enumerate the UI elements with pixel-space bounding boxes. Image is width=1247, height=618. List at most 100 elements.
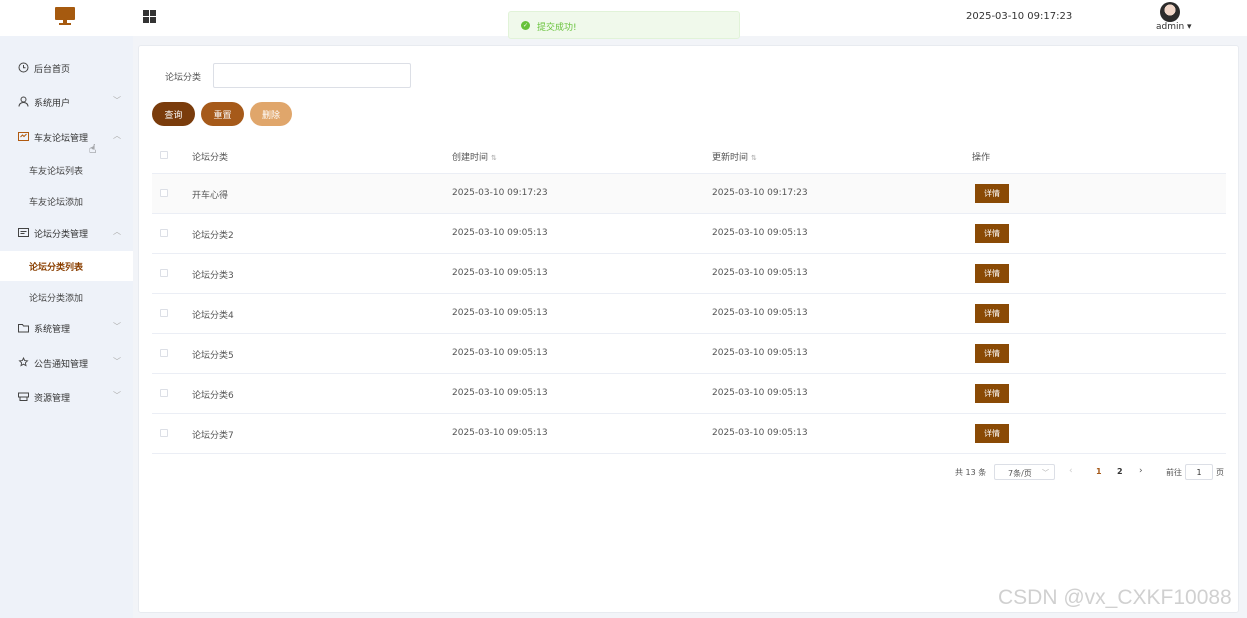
row-checkbox[interactable]	[160, 429, 168, 437]
column-header-created[interactable]: 创建时间 ⇅	[452, 150, 497, 163]
chevron-down-icon: ﹀	[113, 357, 121, 366]
row-checkbox[interactable]	[160, 309, 168, 317]
query-button[interactable]: 查询	[152, 102, 195, 126]
column-header-actions: 操作	[972, 153, 991, 163]
notice-icon	[18, 357, 29, 367]
cell-category: 论坛分类6	[192, 391, 234, 401]
sidebar-item-label: 车友论坛管理	[34, 134, 89, 144]
folder-icon	[18, 324, 29, 333]
row-checkbox[interactable]	[160, 189, 168, 197]
category-icon	[18, 228, 29, 237]
cell-created: 2025-03-10 09:05:13	[452, 228, 548, 238]
clock-icon	[18, 62, 29, 73]
category-filter-label: 论坛分类	[165, 73, 202, 83]
sidebar-item-label: 论坛分类管理	[34, 230, 89, 240]
page-number-1[interactable]: 1	[1096, 467, 1102, 476]
table-row: 论坛分类4 2025-03-10 09:05:13 2025-03-10 09:05…	[152, 294, 1226, 334]
main-content-card: 论坛分类 查询 重置 删除 论坛分类 创建时间 ⇅ 更新时间 ⇅ 操作 开车心得 20…	[138, 45, 1239, 613]
select-all-checkbox[interactable]	[160, 151, 168, 159]
cell-category: 论坛分类4	[192, 311, 234, 321]
cell-category: 论坛分类7	[192, 431, 234, 441]
row-checkbox[interactable]	[160, 229, 168, 237]
user-icon	[18, 96, 29, 107]
monitor-logo-icon	[55, 7, 75, 25]
sidebar-item-forum-management[interactable]: 车友论坛管理 ︿	[0, 122, 133, 152]
detail-button[interactable]: 详情	[975, 344, 1009, 363]
user-avatar[interactable]	[1160, 2, 1180, 22]
goto-page-input[interactable]	[1185, 464, 1213, 480]
cell-created: 2025-03-10 09:05:13	[452, 308, 548, 318]
row-checkbox[interactable]	[160, 349, 168, 357]
sidebar-item-resource-management[interactable]: 资源管理 ﹀	[0, 382, 133, 412]
category-filter-input[interactable]	[213, 63, 411, 88]
chevron-down-icon: ﹀	[1042, 469, 1049, 477]
detail-button[interactable]: 详情	[975, 224, 1009, 243]
page-number-2[interactable]: 2	[1117, 467, 1123, 476]
sidebar-item-users[interactable]: 系统用户 ﹀	[0, 87, 133, 117]
reset-button[interactable]: 重置	[201, 102, 244, 126]
cell-updated: 2025-03-10 09:05:13	[712, 308, 808, 318]
sidebar-item-dashboard[interactable]: 后台首页	[0, 53, 133, 83]
sidebar-subitem-label: 论坛分类列表	[29, 263, 84, 273]
table-row: 论坛分类7 2025-03-10 09:05:13 2025-03-10 09:05…	[152, 414, 1226, 454]
sort-icon: ⇅	[751, 154, 757, 162]
detail-button[interactable]: 详情	[975, 384, 1009, 403]
next-page-icon[interactable]: ›	[1139, 466, 1143, 476]
sidebar-subitem-category-add[interactable]: 论坛分类添加	[0, 282, 133, 312]
user-menu-dropdown[interactable]: admin ▾	[1156, 22, 1192, 32]
cell-created: 2025-03-10 09:17:23	[452, 188, 548, 198]
toast-message: 提交成功!	[537, 23, 577, 33]
column-header-category: 论坛分类	[192, 153, 229, 163]
delete-button[interactable]: 删除	[250, 102, 292, 126]
sidebar-item-category-management[interactable]: 论坛分类管理 ︿	[0, 218, 133, 248]
row-checkbox[interactable]	[160, 389, 168, 397]
table-row: 开车心得 2025-03-10 09:17:23 2025-03-10 09:17:…	[152, 174, 1226, 214]
column-header-updated[interactable]: 更新时间 ⇅	[712, 150, 757, 163]
detail-button[interactable]: 详情	[975, 264, 1009, 283]
cell-category: 开车心得	[192, 191, 229, 201]
sidebar-subitem-forum-add[interactable]: 车友论坛添加	[0, 186, 133, 216]
success-toast: ✓ 提交成功!	[508, 11, 740, 39]
chevron-down-icon: ﹀	[113, 322, 121, 331]
table-header: 论坛分类 创建时间 ⇅ 更新时间 ⇅ 操作	[152, 135, 1226, 174]
current-datetime: 2025-03-10 09:17:23	[966, 11, 1073, 22]
cell-created: 2025-03-10 09:05:13	[452, 428, 548, 438]
row-checkbox[interactable]	[160, 269, 168, 277]
table-row: 论坛分类2 2025-03-10 09:05:13 2025-03-10 09:05…	[152, 214, 1226, 254]
cell-updated: 2025-03-10 09:05:13	[712, 388, 808, 398]
menu-toggle-grid-icon[interactable]	[143, 10, 156, 23]
hand-pointer-cursor-icon: ☝	[89, 142, 97, 156]
category-table: 论坛分类 创建时间 ⇅ 更新时间 ⇅ 操作 开车心得 2025-03-10 09:17…	[152, 135, 1226, 454]
cell-updated: 2025-03-10 09:05:13	[712, 348, 808, 358]
success-check-icon: ✓	[521, 21, 530, 30]
sidebar-item-system-management[interactable]: 系统管理 ﹀	[0, 313, 133, 343]
sidebar-subitem-forum-list[interactable]: 车友论坛列表	[0, 155, 133, 185]
sidebar-item-label: 系统用户	[34, 99, 71, 109]
sidebar-item-notice-management[interactable]: 公告通知管理 ﹀	[0, 348, 133, 378]
table-row: 论坛分类6 2025-03-10 09:05:13 2025-03-10 09:05…	[152, 374, 1226, 414]
sidebar-subitem-label: 论坛分类添加	[29, 294, 84, 304]
cell-category: 论坛分类3	[192, 271, 234, 281]
sidebar-item-label: 资源管理	[34, 394, 71, 404]
resource-icon	[18, 392, 29, 401]
cell-created: 2025-03-10 09:05:13	[452, 268, 548, 278]
goto-page-suffix: 页	[1216, 468, 1224, 477]
detail-button[interactable]: 详情	[975, 304, 1009, 323]
cell-category: 论坛分类2	[192, 231, 234, 241]
sidebar: 后台首页 系统用户 ﹀ 车友论坛管理 ︿ 车友论坛列表 车友论坛添加 论坛分类管…	[0, 36, 133, 618]
page-size-select[interactable]: 7条/页 ﹀	[994, 464, 1055, 480]
sort-icon: ⇅	[491, 154, 497, 162]
chevron-down-icon: ﹀	[113, 96, 121, 105]
chevron-up-icon: ︿	[113, 227, 121, 236]
detail-button[interactable]: 详情	[975, 184, 1009, 203]
cell-updated: 2025-03-10 09:17:23	[712, 188, 808, 198]
chevron-down-icon: ﹀	[113, 391, 121, 400]
table-body: 开车心得 2025-03-10 09:17:23 2025-03-10 09:17:…	[152, 174, 1226, 454]
detail-button[interactable]: 详情	[975, 424, 1009, 443]
cell-created: 2025-03-10 09:05:13	[452, 388, 548, 398]
prev-page-icon[interactable]: ‹	[1069, 466, 1073, 476]
watermark-text: CSDN @vx_CXKF10088	[998, 586, 1232, 609]
forum-icon	[18, 132, 29, 141]
table-row: 论坛分类5 2025-03-10 09:05:13 2025-03-10 09:05…	[152, 334, 1226, 374]
sidebar-subitem-category-list[interactable]: 论坛分类列表	[0, 251, 133, 281]
